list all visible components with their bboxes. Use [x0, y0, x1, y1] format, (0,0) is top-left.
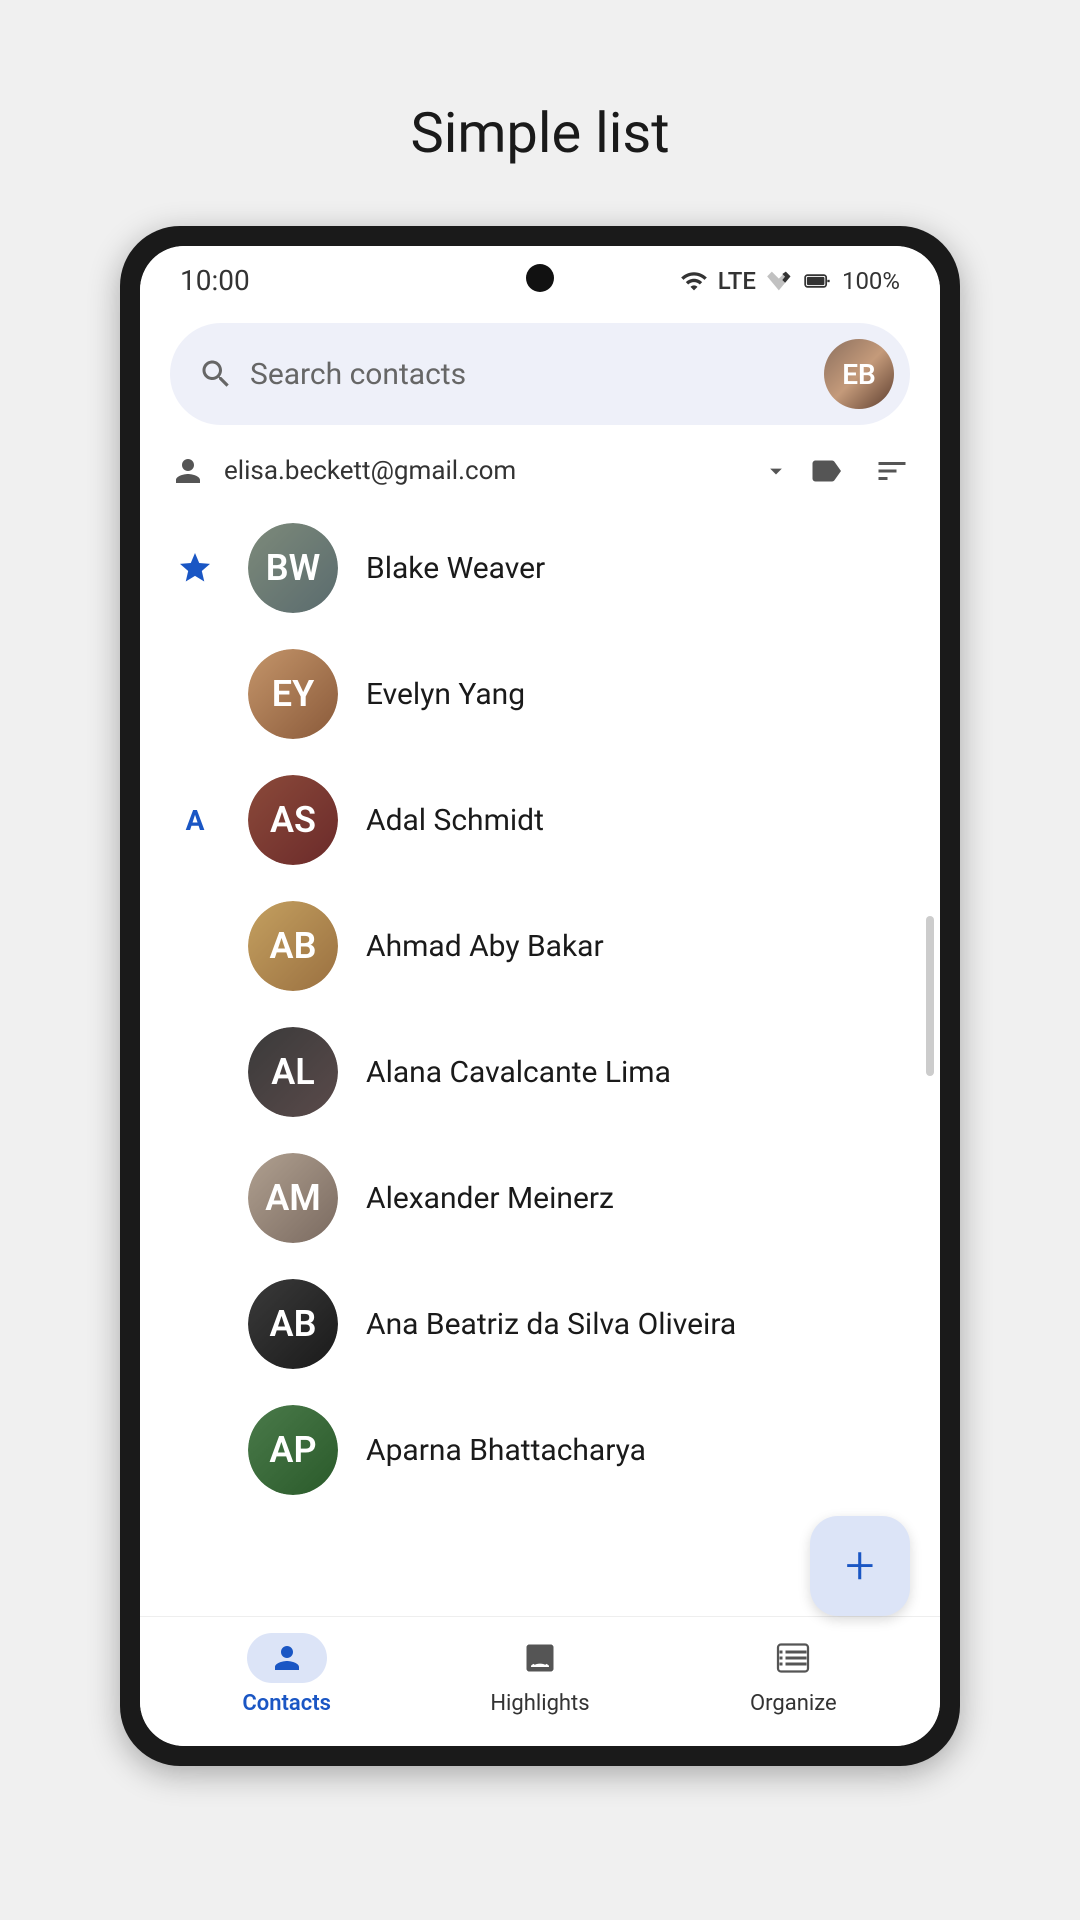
contact-avatar: EY [248, 649, 338, 739]
contact-name: Aparna Bhattacharya [366, 1433, 646, 1468]
search-icon [198, 356, 234, 392]
list-item[interactable]: AM Alexander Meinerz [140, 1135, 940, 1261]
account-actions [808, 453, 910, 489]
nav-label-highlights: Highlights [490, 1691, 589, 1716]
search-container: Search contacts EB [140, 307, 940, 437]
status-icons: LTE 100% [680, 267, 900, 295]
label-icon[interactable] [808, 453, 844, 489]
user-avatar[interactable]: EB [824, 339, 894, 409]
search-bar[interactable]: Search contacts EB [170, 323, 910, 425]
contact-name: Ahmad Aby Bakar [366, 929, 604, 964]
account-email: elisa.beckett@gmail.com [224, 456, 744, 486]
avatar-image: AL [248, 1027, 338, 1117]
chevron-down-icon [762, 457, 790, 485]
list-item[interactable]: AB Ana Beatriz da Silva Oliveira [140, 1261, 940, 1387]
organize-icon [775, 1640, 811, 1676]
list-item[interactable]: A AS Adal Schmidt [140, 757, 940, 883]
nav-icon-highlights-wrap [500, 1633, 580, 1683]
phone-frame: 10:00 LTE 10 [120, 226, 960, 1766]
person-icon [170, 453, 206, 489]
contact-avatar: AM [248, 1153, 338, 1243]
list-item[interactable]: BW Blake Weaver [140, 505, 940, 631]
contact-avatar: AS [248, 775, 338, 865]
wifi-icon [680, 267, 708, 295]
contact-avatar: AB [248, 1279, 338, 1369]
signal-icon [766, 267, 794, 295]
avatar-image: AS [248, 775, 338, 865]
list-item[interactable]: EY Evelyn Yang [140, 631, 940, 757]
nav-icon-contacts-wrap [247, 1633, 327, 1683]
contact-name: Ana Beatriz da Silva Oliveira [366, 1307, 736, 1342]
contact-name: Alana Cavalcante Lima [366, 1055, 671, 1090]
contact-name: Evelyn Yang [366, 677, 525, 712]
avatar-image: EY [248, 649, 338, 739]
contact-name: Adal Schmidt [366, 803, 544, 838]
phone-screen: 10:00 LTE 10 [140, 246, 940, 1746]
filter-icon[interactable] [874, 453, 910, 489]
battery-icon [804, 267, 832, 295]
list-item[interactable]: AL Alana Cavalcante Lima [140, 1009, 940, 1135]
page-title: Simple list [410, 100, 669, 166]
avatar-image: BW [248, 523, 338, 613]
bottom-navigation: Contacts Highlights [140, 1616, 940, 1746]
nav-item-highlights[interactable]: Highlights [413, 1633, 666, 1716]
section-letter-a: A [170, 804, 220, 837]
contact-avatar: AB [248, 901, 338, 991]
list-item[interactable]: AB Ahmad Aby Bakar [140, 883, 940, 1009]
nav-item-organize[interactable]: Organize [667, 1633, 920, 1716]
contact-avatar: BW [248, 523, 338, 613]
avatar-image: AP [248, 1405, 338, 1495]
contact-list: BW Blake Weaver EY Evelyn Yang A AS Adal… [140, 505, 940, 1616]
list-item[interactable]: AP Aparna Bhattacharya [140, 1387, 940, 1513]
avatar-image: AB [248, 901, 338, 991]
account-row[interactable]: elisa.beckett@gmail.com [140, 437, 940, 505]
battery-percent: 100% [842, 267, 900, 295]
search-placeholder[interactable]: Search contacts [250, 357, 808, 392]
camera-cutout [526, 264, 554, 292]
nav-label-organize: Organize [750, 1691, 837, 1716]
add-contact-button[interactable]: + [810, 1516, 910, 1616]
scrollbar [926, 916, 934, 1076]
contact-name: Alexander Meinerz [366, 1181, 614, 1216]
plus-icon: + [845, 1540, 874, 1592]
contacts-icon [269, 1640, 305, 1676]
avatar-image: AB [248, 1279, 338, 1369]
highlights-icon [522, 1640, 558, 1676]
status-time: 10:00 [180, 264, 250, 297]
status-bar: 10:00 LTE 10 [140, 246, 940, 307]
lte-indicator: LTE [718, 267, 756, 295]
nav-label-contacts: Contacts [242, 1691, 331, 1716]
star-marker [170, 550, 220, 586]
nav-item-contacts[interactable]: Contacts [160, 1633, 413, 1716]
contact-avatar: AL [248, 1027, 338, 1117]
star-icon [177, 550, 213, 586]
nav-icon-organize-wrap [753, 1633, 833, 1683]
contact-name: Blake Weaver [366, 551, 545, 586]
contact-avatar: AP [248, 1405, 338, 1495]
avatar-image: AM [248, 1153, 338, 1243]
